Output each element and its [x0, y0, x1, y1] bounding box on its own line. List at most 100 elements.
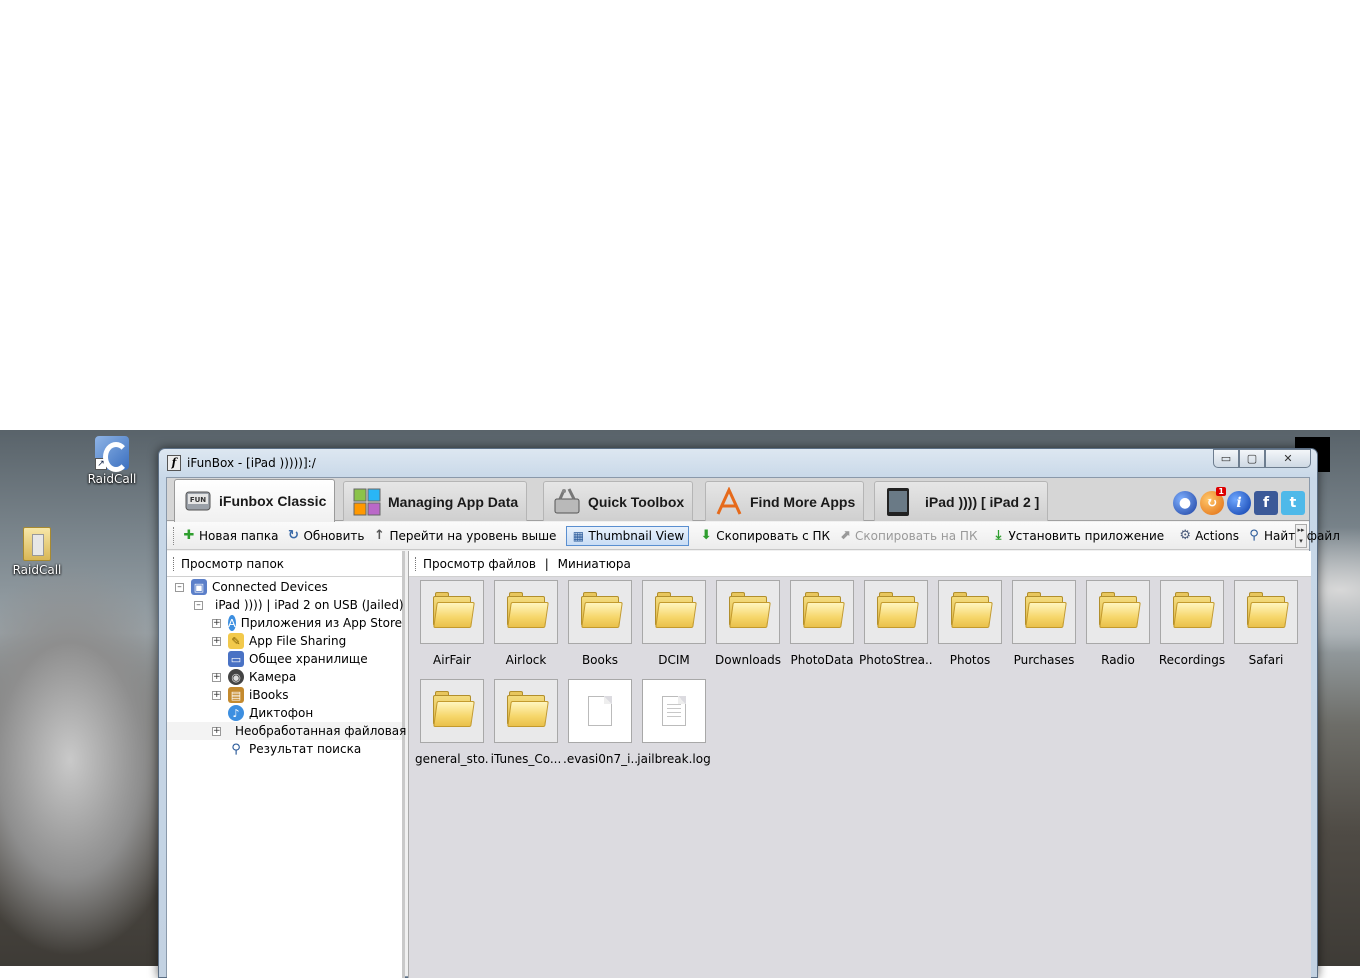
title-bar[interactable]: f iFunBox - [iPad )))))]:/ ▭ ▢ ✕	[159, 449, 1317, 477]
app-store-small-icon: A	[228, 615, 236, 631]
file-item[interactable]: Recordings	[1155, 580, 1229, 667]
tree-node-voice-recorder[interactable]: ♪ Диктофон	[167, 704, 402, 722]
minimize-button[interactable]: ▭	[1213, 449, 1239, 468]
tab-find-more-apps[interactable]: Find More Apps	[705, 481, 865, 521]
tree-node-connected-devices[interactable]: – ▣ Connected Devices	[167, 578, 402, 596]
collapse-toggle[interactable]: –	[175, 582, 184, 592]
expand-toggle[interactable]: +	[212, 726, 221, 736]
desktop-icon-raidcall-folder[interactable]: RaidCall	[5, 527, 69, 577]
tab-label: Managing App Data	[388, 493, 519, 510]
thumbnail-view-button[interactable]: ▦ Thumbnail View	[566, 525, 690, 546]
view-mode-label: Миниатюра	[557, 557, 631, 571]
close-button[interactable]: ✕	[1265, 449, 1311, 468]
file-pane-title: Просмотр файлов	[423, 557, 536, 571]
file-pane-header: Просмотр файлов | Миниатюра	[409, 551, 1311, 577]
folder-icon	[1247, 592, 1289, 628]
camera-icon: ◉	[228, 669, 244, 685]
file-item[interactable]: Downloads	[711, 580, 785, 667]
tab-managing-app-data[interactable]: Managing App Data	[343, 481, 528, 521]
tree-node-search-results[interactable]: ⚲ Результат поиска	[167, 740, 402, 758]
expand-toggle[interactable]: +	[212, 636, 221, 646]
file-item[interactable]: Photos	[933, 580, 1007, 667]
install-app-button[interactable]: ⤓ Установить приложение	[987, 527, 1168, 545]
desktop-icon-raidcall-shortcut[interactable]: ↗ RaidCall	[80, 436, 144, 486]
copy-from-pc-button[interactable]: ⬇ Скопировать с ПК	[695, 527, 834, 545]
file-item[interactable]: general_sto...	[415, 679, 489, 766]
storage-icon: ▭	[228, 651, 244, 667]
file-name: DCIM	[658, 653, 690, 667]
file-item[interactable]: Safari	[1229, 580, 1303, 667]
actions-label: Actions	[1195, 528, 1240, 543]
tree-node-raw-file-system[interactable]: + Необработанная файловая	[167, 722, 406, 740]
folder-icon	[1099, 592, 1141, 628]
file-item[interactable]: DCIM	[637, 580, 711, 667]
collapse-toggle[interactable]: –	[194, 600, 203, 610]
tree-node-app-store-apps[interactable]: + A Приложения из App Store	[167, 614, 402, 632]
folder-icon	[655, 592, 697, 628]
folder-icon	[433, 691, 475, 727]
tab-device-ipad[interactable]: iPad )))) [ iPad 2 ]	[874, 481, 1049, 521]
file-view-pane: Просмотр файлов | Миниатюра AirFair Airl…	[408, 551, 1311, 978]
file-name: .evasi0n7_i...	[563, 752, 637, 766]
main-tab-bar: FUN iFunbox Classic Managing App Data Qu…	[167, 478, 1309, 522]
copy-to-pc-label: Скопировать на ПК	[855, 528, 978, 543]
globe-icon[interactable]: ●	[1173, 491, 1197, 515]
new-folder-button[interactable]: ✚ Новая папка	[178, 527, 282, 545]
info-icon[interactable]: i	[1227, 491, 1251, 515]
file-item[interactable]: Purchases	[1007, 580, 1081, 667]
toolbar-grip[interactable]	[173, 526, 174, 545]
tree-node-camera[interactable]: + ◉ Камера	[167, 668, 402, 686]
file-item[interactable]: PhotoStrea...	[859, 580, 933, 667]
folder-thumbnail	[494, 679, 558, 743]
folder-icon	[581, 592, 623, 628]
maximize-button[interactable]: ▢	[1239, 449, 1265, 468]
actions-button[interactable]: ⚙ Actions	[1174, 527, 1243, 545]
file-item[interactable]: AirFair	[415, 580, 489, 667]
file-item[interactable]: .evasi0n7_i...	[563, 679, 637, 766]
fun-box-icon: FUN	[185, 491, 211, 511]
thumbnail-grid-icon: ▦	[572, 528, 585, 543]
file-item[interactable]: jailbreak.log	[637, 679, 711, 766]
file-item[interactable]: iTunes_Co...	[489, 679, 563, 766]
new-folder-label: Новая папка	[199, 528, 279, 543]
tab-ifunbox-classic[interactable]: FUN iFunbox Classic	[174, 479, 336, 522]
folder-thumbnail	[568, 580, 632, 644]
find-file-button[interactable]: ⚲ Найти файл	[1243, 527, 1344, 545]
go-up-button[interactable]: ↑ Перейти на уровень выше	[368, 527, 560, 545]
folder-icon	[729, 592, 771, 628]
expand-toggle[interactable]: +	[212, 690, 221, 700]
tree-node-ibooks[interactable]: + ▤ iBooks	[167, 686, 402, 704]
folder-thumbnail	[790, 580, 854, 644]
app-grid-icon	[353, 488, 381, 515]
tab-quick-toolbox[interactable]: Quick Toolbox	[543, 481, 694, 521]
copy-to-pc-icon: ⬈	[839, 527, 851, 543]
facebook-icon[interactable]: f	[1254, 491, 1278, 515]
file-name: jailbreak.log	[637, 752, 711, 766]
tree-node-label: Connected Devices	[212, 580, 328, 594]
file-item[interactable]: Airlock	[489, 580, 563, 667]
tree-node-label: App File Sharing	[249, 634, 347, 648]
raidcall-folder-icon	[23, 527, 51, 561]
file-item[interactable]: Books	[563, 580, 637, 667]
app-icon: f	[167, 455, 181, 471]
tab-label: iFunbox Classic	[219, 493, 327, 509]
tree-node-general-storage[interactable]: ▭ Общее хранилище	[167, 650, 402, 668]
folder-thumbnail	[1012, 580, 1076, 644]
update-icon[interactable]: ↻ 1	[1200, 487, 1226, 515]
tree-node-app-file-sharing[interactable]: + ✎ App File Sharing	[167, 632, 402, 650]
twitter-icon[interactable]: t	[1281, 491, 1305, 515]
file-item[interactable]: PhotoData	[785, 580, 859, 667]
text-file-icon	[662, 696, 686, 726]
file-name: Recordings	[1158, 653, 1226, 667]
tree-node-ipad-device[interactable]: – iPad )))) | iPad 2 on USB (Jailed)	[167, 596, 404, 614]
refresh-button[interactable]: ↻ Обновить	[282, 527, 368, 545]
folder-thumbnail	[1160, 580, 1224, 644]
expand-toggle[interactable]: +	[212, 672, 221, 682]
file-item[interactable]: Radio	[1081, 580, 1155, 667]
ibooks-icon: ▤	[228, 687, 244, 703]
file-name: PhotoStrea...	[859, 653, 933, 667]
expand-toggle[interactable]: +	[212, 618, 221, 628]
raw-filesystem-icon	[223, 726, 233, 736]
copy-to-pc-button[interactable]: ⬈ Скопировать на ПК	[834, 527, 981, 545]
toolbar-overflow-button[interactable]: ▸▸ ▾	[1295, 524, 1307, 548]
